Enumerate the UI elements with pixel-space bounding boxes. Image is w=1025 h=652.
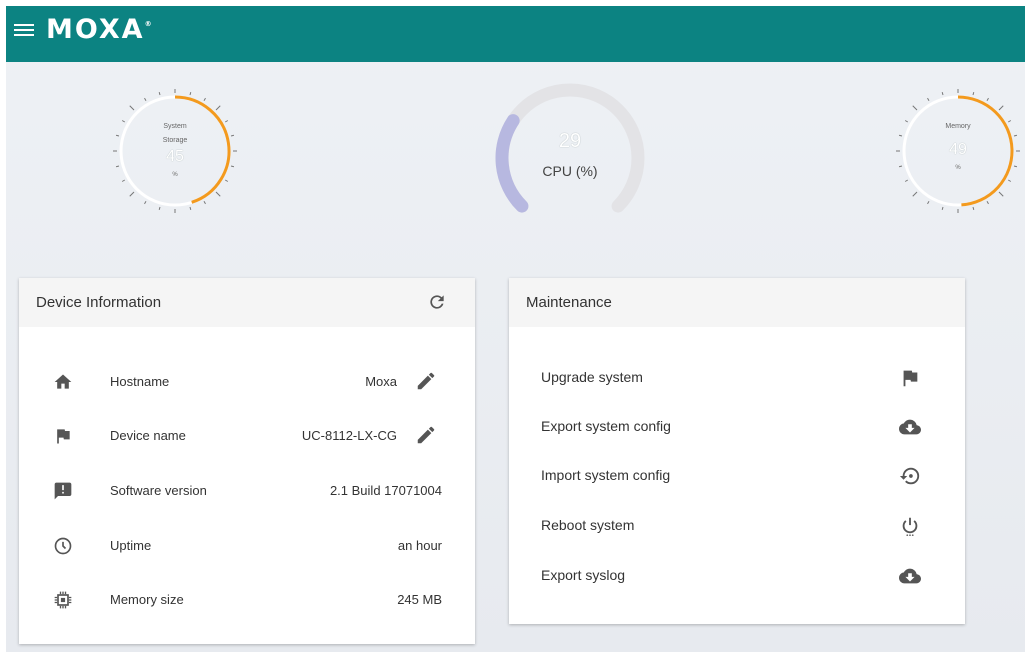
device-info-row-device-name: Device name UC-8112-LX-CG <box>19 418 475 454</box>
gauge-tick <box>986 200 989 205</box>
import-system-config-label: Import system config <box>541 467 671 483</box>
memory-size-label: Memory size <box>110 592 184 607</box>
gauge-tick <box>927 200 930 205</box>
software-version-value: 2.1 Build 17071004 <box>329 483 442 498</box>
uptime-label: Uptime <box>110 538 152 553</box>
gauge-tick <box>115 165 120 168</box>
restore-icon[interactable] <box>899 465 921 487</box>
storage-label-line2: Storage <box>162 137 188 144</box>
device-information-header: Device Information <box>19 278 475 327</box>
maintenance-card: Maintenance Upgrade system Export system… <box>509 278 965 624</box>
gauge-tick <box>898 134 903 137</box>
cpu-gauge: 29 CPU (%) <box>490 78 650 238</box>
storage-value: 45 <box>166 148 184 165</box>
export-system-config-label: Export system config <box>541 418 671 434</box>
gauge-tick <box>215 191 221 197</box>
brand-name: MOXA <box>46 14 145 45</box>
gauge-tick <box>158 91 161 96</box>
gauge-tick <box>998 105 1004 111</box>
gauge-tick <box>129 105 135 111</box>
gauge-tick <box>941 91 944 96</box>
cpu-value: 29 <box>558 130 582 152</box>
hostname-value: Moxa <box>365 374 397 389</box>
reboot-system-item[interactable]: Reboot system <box>509 506 965 546</box>
gauge-tick <box>144 200 147 205</box>
home-icon <box>53 372 73 392</box>
device-information-card: Device Information Hostname Moxa Device … <box>19 278 475 644</box>
gauge-tick <box>203 200 206 205</box>
gauge-tick <box>1013 134 1018 137</box>
software-version-label: Software version <box>110 483 207 498</box>
export-system-config-item[interactable]: Export system config <box>509 407 965 447</box>
gauge-tick <box>129 191 135 197</box>
edit-hostname-icon[interactable] <box>415 370 437 392</box>
gauge-tick <box>998 191 1004 197</box>
gauge-tick <box>986 97 989 102</box>
app-window: MOXA® System Storage 45 % 29 CPU (%) Mem… <box>6 6 1025 652</box>
gauge-tick <box>941 206 944 211</box>
memory-size-value: 245 MB <box>397 592 442 607</box>
upgrade-system-label: Upgrade system <box>541 369 643 385</box>
clock-icon <box>53 536 73 556</box>
gauge-tick <box>189 91 192 96</box>
import-system-config-item[interactable]: Import system config <box>509 456 965 496</box>
uptime-value: an hour <box>397 538 442 553</box>
alert-box-icon <box>53 481 73 501</box>
reboot-system-label: Reboot system <box>541 517 635 533</box>
gauge-tick <box>215 105 221 111</box>
maintenance-title: Maintenance <box>526 294 612 311</box>
device-name-label: Device name <box>110 428 186 443</box>
gauge-tick <box>189 206 192 211</box>
gauge-tick <box>203 97 206 102</box>
brand-mark: ® <box>144 20 152 28</box>
device-info-row-memory-size: Memory size 245 MB <box>19 582 475 618</box>
export-syslog-item[interactable]: Export syslog <box>509 556 965 596</box>
gauge-tick <box>904 179 909 182</box>
cpu-label: CPU (%) <box>542 163 598 179</box>
gauge-tick <box>912 105 918 111</box>
device-information-title: Device Information <box>36 294 162 311</box>
refresh-icon[interactable] <box>427 292 447 312</box>
flag-icon <box>53 426 73 446</box>
hostname-label: Hostname <box>110 374 170 389</box>
gauge-tick <box>972 206 975 211</box>
device-info-row-uptime: Uptime an hour <box>19 528 475 564</box>
device-info-row-software-version: Software version 2.1 Build 17071004 <box>19 473 475 509</box>
gauge-tick <box>1007 179 1012 182</box>
device-name-value: UC-8112-LX-CG <box>301 428 397 443</box>
hamburger-menu-icon[interactable] <box>14 21 34 41</box>
edit-device-name-icon[interactable] <box>415 424 437 446</box>
cpu-gauge-dial <box>495 83 645 213</box>
cloud-download-icon[interactable] <box>899 416 921 438</box>
gauge-tick <box>927 97 930 102</box>
memory-unit: % <box>955 165 961 171</box>
gauge-tick <box>912 191 918 197</box>
storage-gauge: System Storage 45 % <box>113 89 237 213</box>
gauge-tick <box>144 97 147 102</box>
power-icon[interactable] <box>899 515 921 537</box>
top-bar: MOXA® <box>6 6 1025 62</box>
storage-label-line1: System <box>163 123 187 130</box>
storage-unit: % <box>172 172 178 178</box>
gauge-tick <box>230 165 235 168</box>
memory-label: Memory <box>945 123 971 130</box>
gauge-tick <box>972 91 975 96</box>
moxa-logo: MOXA® <box>46 14 152 45</box>
device-info-row-hostname: Hostname Moxa <box>19 364 475 400</box>
cloud-download-icon[interactable] <box>899 565 921 587</box>
memory-value: 49 <box>949 141 967 158</box>
gauge-tick <box>158 206 161 211</box>
upgrade-system-item[interactable]: Upgrade system <box>509 358 965 398</box>
chip-icon <box>53 590 73 610</box>
flag-icon[interactable] <box>899 367 921 389</box>
maintenance-header: Maintenance <box>509 278 965 327</box>
export-syslog-label: Export syslog <box>541 567 626 583</box>
memory-gauge: Memory 49 % <box>896 89 1020 213</box>
